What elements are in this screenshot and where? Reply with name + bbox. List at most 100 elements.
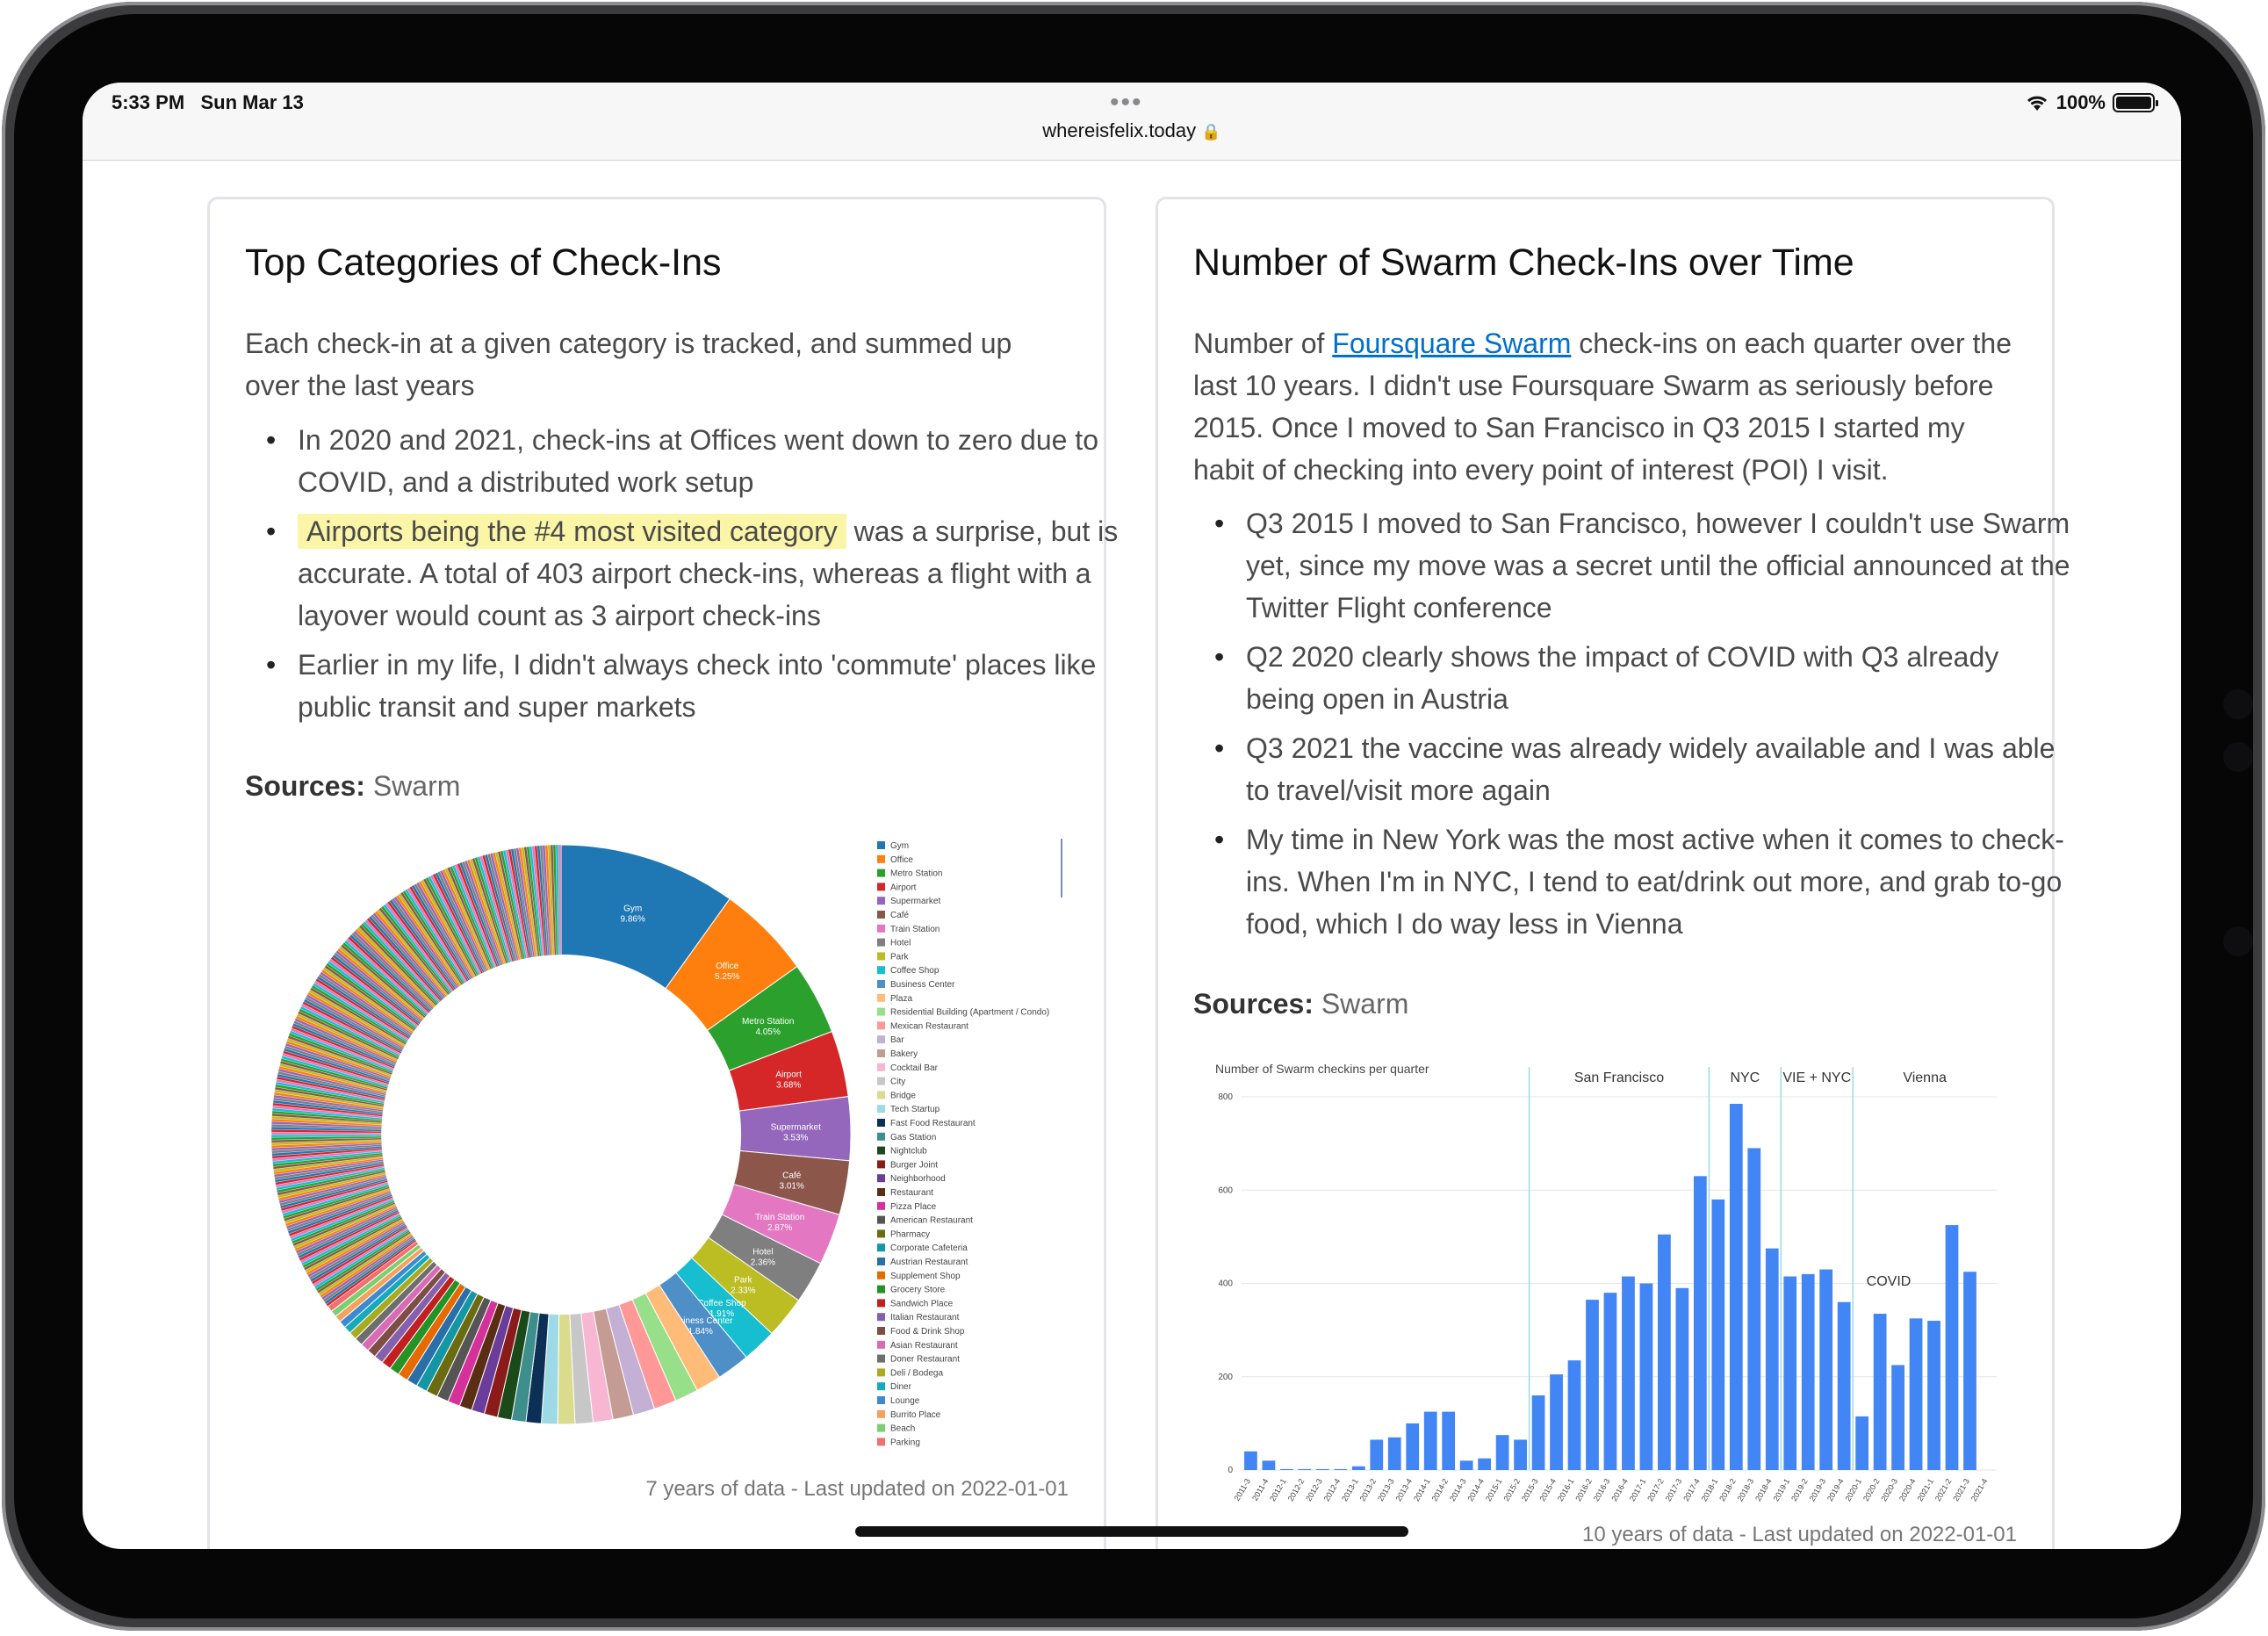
legend-label[interactable]: American Restaurant — [890, 1216, 973, 1226]
legend-label[interactable]: Burger Joint — [890, 1160, 938, 1170]
legend-label[interactable]: Diner — [890, 1382, 912, 1392]
legend-swatch[interactable] — [877, 952, 885, 961]
legend-label[interactable]: Supplement Shop — [890, 1272, 961, 1281]
bar[interactable] — [1963, 1272, 1976, 1470]
category-donut-chart[interactable]: Gym 9.86%Office 5.25%Metro Station 4.05%Air… — [245, 823, 1070, 1459]
multitasking-dots-icon[interactable]: ••• — [1110, 88, 1143, 118]
bar[interactable] — [1478, 1458, 1492, 1470]
legend-swatch[interactable] — [877, 897, 885, 905]
legend-label[interactable]: Airport — [890, 883, 917, 892]
legend-swatch[interactable] — [877, 980, 885, 988]
legend-swatch[interactable] — [877, 1258, 885, 1265]
legend-label[interactable]: Metro Station — [890, 869, 942, 879]
legend-swatch[interactable] — [877, 1105, 885, 1113]
legend-swatch[interactable] — [877, 1077, 885, 1085]
legend-label[interactable]: Grocery Store — [890, 1286, 946, 1295]
url-text[interactable]: whereisfelix.today — [1042, 119, 1196, 141]
bar[interactable] — [1442, 1411, 1456, 1470]
bar[interactable] — [1423, 1411, 1437, 1470]
bar[interactable] — [1531, 1395, 1545, 1470]
legend-label[interactable]: Café — [890, 911, 910, 920]
legend-label[interactable]: Cocktail Bar — [890, 1063, 939, 1073]
bar[interactable] — [1819, 1269, 1833, 1470]
legend-swatch[interactable] — [877, 1382, 885, 1391]
legend-swatch[interactable] — [877, 1285, 885, 1294]
legend-label[interactable]: City — [890, 1077, 905, 1087]
legend-swatch[interactable] — [877, 938, 885, 947]
legend-swatch[interactable] — [877, 966, 885, 975]
address-bar[interactable]: whereisfelix.today 🔒 — [83, 119, 2181, 142]
legend-label[interactable]: Bakery — [890, 1049, 918, 1059]
legend-swatch[interactable] — [877, 1201, 885, 1210]
bar[interactable] — [1495, 1435, 1509, 1470]
legend-swatch[interactable] — [877, 1174, 885, 1183]
legend-label[interactable]: Mexican Restaurant — [890, 1021, 968, 1031]
legend-swatch[interactable] — [877, 1340, 885, 1349]
legend-swatch[interactable] — [877, 1229, 885, 1238]
bar[interactable] — [1927, 1321, 1940, 1470]
legend-swatch[interactable] — [877, 1368, 885, 1377]
bar[interactable] — [1873, 1314, 1887, 1470]
legend-swatch[interactable] — [877, 1091, 885, 1099]
bar[interactable] — [1351, 1466, 1365, 1470]
legend-swatch[interactable] — [877, 1215, 885, 1224]
bar[interactable] — [1693, 1176, 1707, 1470]
legend-label[interactable]: Pharmacy — [890, 1229, 930, 1239]
legend-swatch[interactable] — [877, 1119, 885, 1127]
home-indicator[interactable] — [855, 1526, 1408, 1537]
legend-swatch[interactable] — [877, 1035, 885, 1044]
legend-swatch[interactable] — [877, 1313, 885, 1322]
legend-label[interactable]: Deli / Bodega — [890, 1368, 943, 1378]
legend-label[interactable]: Sandwich Place — [890, 1299, 954, 1308]
legend-swatch[interactable] — [877, 1063, 885, 1071]
legend-swatch[interactable] — [877, 1188, 885, 1196]
legend-label[interactable]: Lounge — [890, 1396, 920, 1406]
foursquare-swarm-link[interactable]: Foursquare Swarm — [1332, 328, 1571, 359]
bar[interactable] — [1334, 1468, 1348, 1470]
bar[interactable] — [1514, 1439, 1527, 1470]
legend-swatch[interactable] — [877, 854, 885, 863]
bar[interactable] — [1603, 1293, 1617, 1470]
bar[interactable] — [1747, 1148, 1761, 1470]
checkins-bar-chart[interactable]: Number of Swarm checkins per quarter 0 200… — [1193, 1042, 2019, 1508]
legend-swatch[interactable] — [877, 1243, 885, 1252]
legend-swatch[interactable] — [877, 1021, 885, 1030]
bar[interactable] — [1675, 1287, 1689, 1470]
legend-label[interactable]: Fast Food Restaurant — [890, 1119, 976, 1128]
bar[interactable] — [1244, 1451, 1257, 1470]
legend-swatch[interactable] — [877, 841, 885, 849]
legend-label[interactable]: Doner Restaurant — [890, 1355, 960, 1365]
legend-label[interactable]: Food & Drink Shop — [890, 1327, 965, 1337]
legend-swatch[interactable] — [877, 924, 885, 933]
legend-label[interactable]: Office — [890, 855, 913, 865]
legend-swatch[interactable] — [877, 1423, 885, 1432]
legend-swatch[interactable] — [877, 1049, 885, 1057]
bar[interactable] — [1711, 1199, 1725, 1470]
legend-swatch[interactable] — [877, 1409, 885, 1418]
bar[interactable] — [1945, 1225, 1959, 1470]
legend-label[interactable]: Corporate Cafeteria — [890, 1243, 968, 1253]
legend-label[interactable]: Bar — [890, 1035, 904, 1045]
bar[interactable] — [1909, 1318, 1923, 1470]
bar[interactable] — [1370, 1439, 1384, 1470]
legend-label[interactable]: Restaurant — [890, 1188, 933, 1198]
bar[interactable] — [1622, 1276, 1635, 1470]
legend-label[interactable]: Coffee Shop — [890, 966, 940, 976]
legend-swatch[interactable] — [877, 1354, 885, 1363]
legend-swatch[interactable] — [877, 1007, 885, 1016]
legend-label[interactable]: Asian Restaurant — [890, 1341, 958, 1351]
legend-label[interactable]: Tech Startup — [890, 1105, 940, 1114]
legend-label[interactable]: Burrito Place — [890, 1410, 941, 1420]
legend-label[interactable]: Nightclub — [890, 1147, 927, 1157]
bar[interactable] — [1639, 1283, 1653, 1471]
bar[interactable] — [1459, 1460, 1473, 1470]
legend-label[interactable]: Parking — [890, 1438, 920, 1447]
legend-swatch[interactable] — [877, 911, 885, 919]
legend-swatch[interactable] — [877, 1396, 885, 1404]
bar[interactable] — [1406, 1423, 1420, 1470]
bar[interactable] — [1280, 1468, 1293, 1470]
legend-swatch[interactable] — [877, 1299, 885, 1308]
legend-label[interactable]: Supermarket — [890, 897, 940, 906]
legend-label[interactable]: Pizza Place — [890, 1202, 937, 1212]
bar[interactable] — [1658, 1234, 1671, 1470]
